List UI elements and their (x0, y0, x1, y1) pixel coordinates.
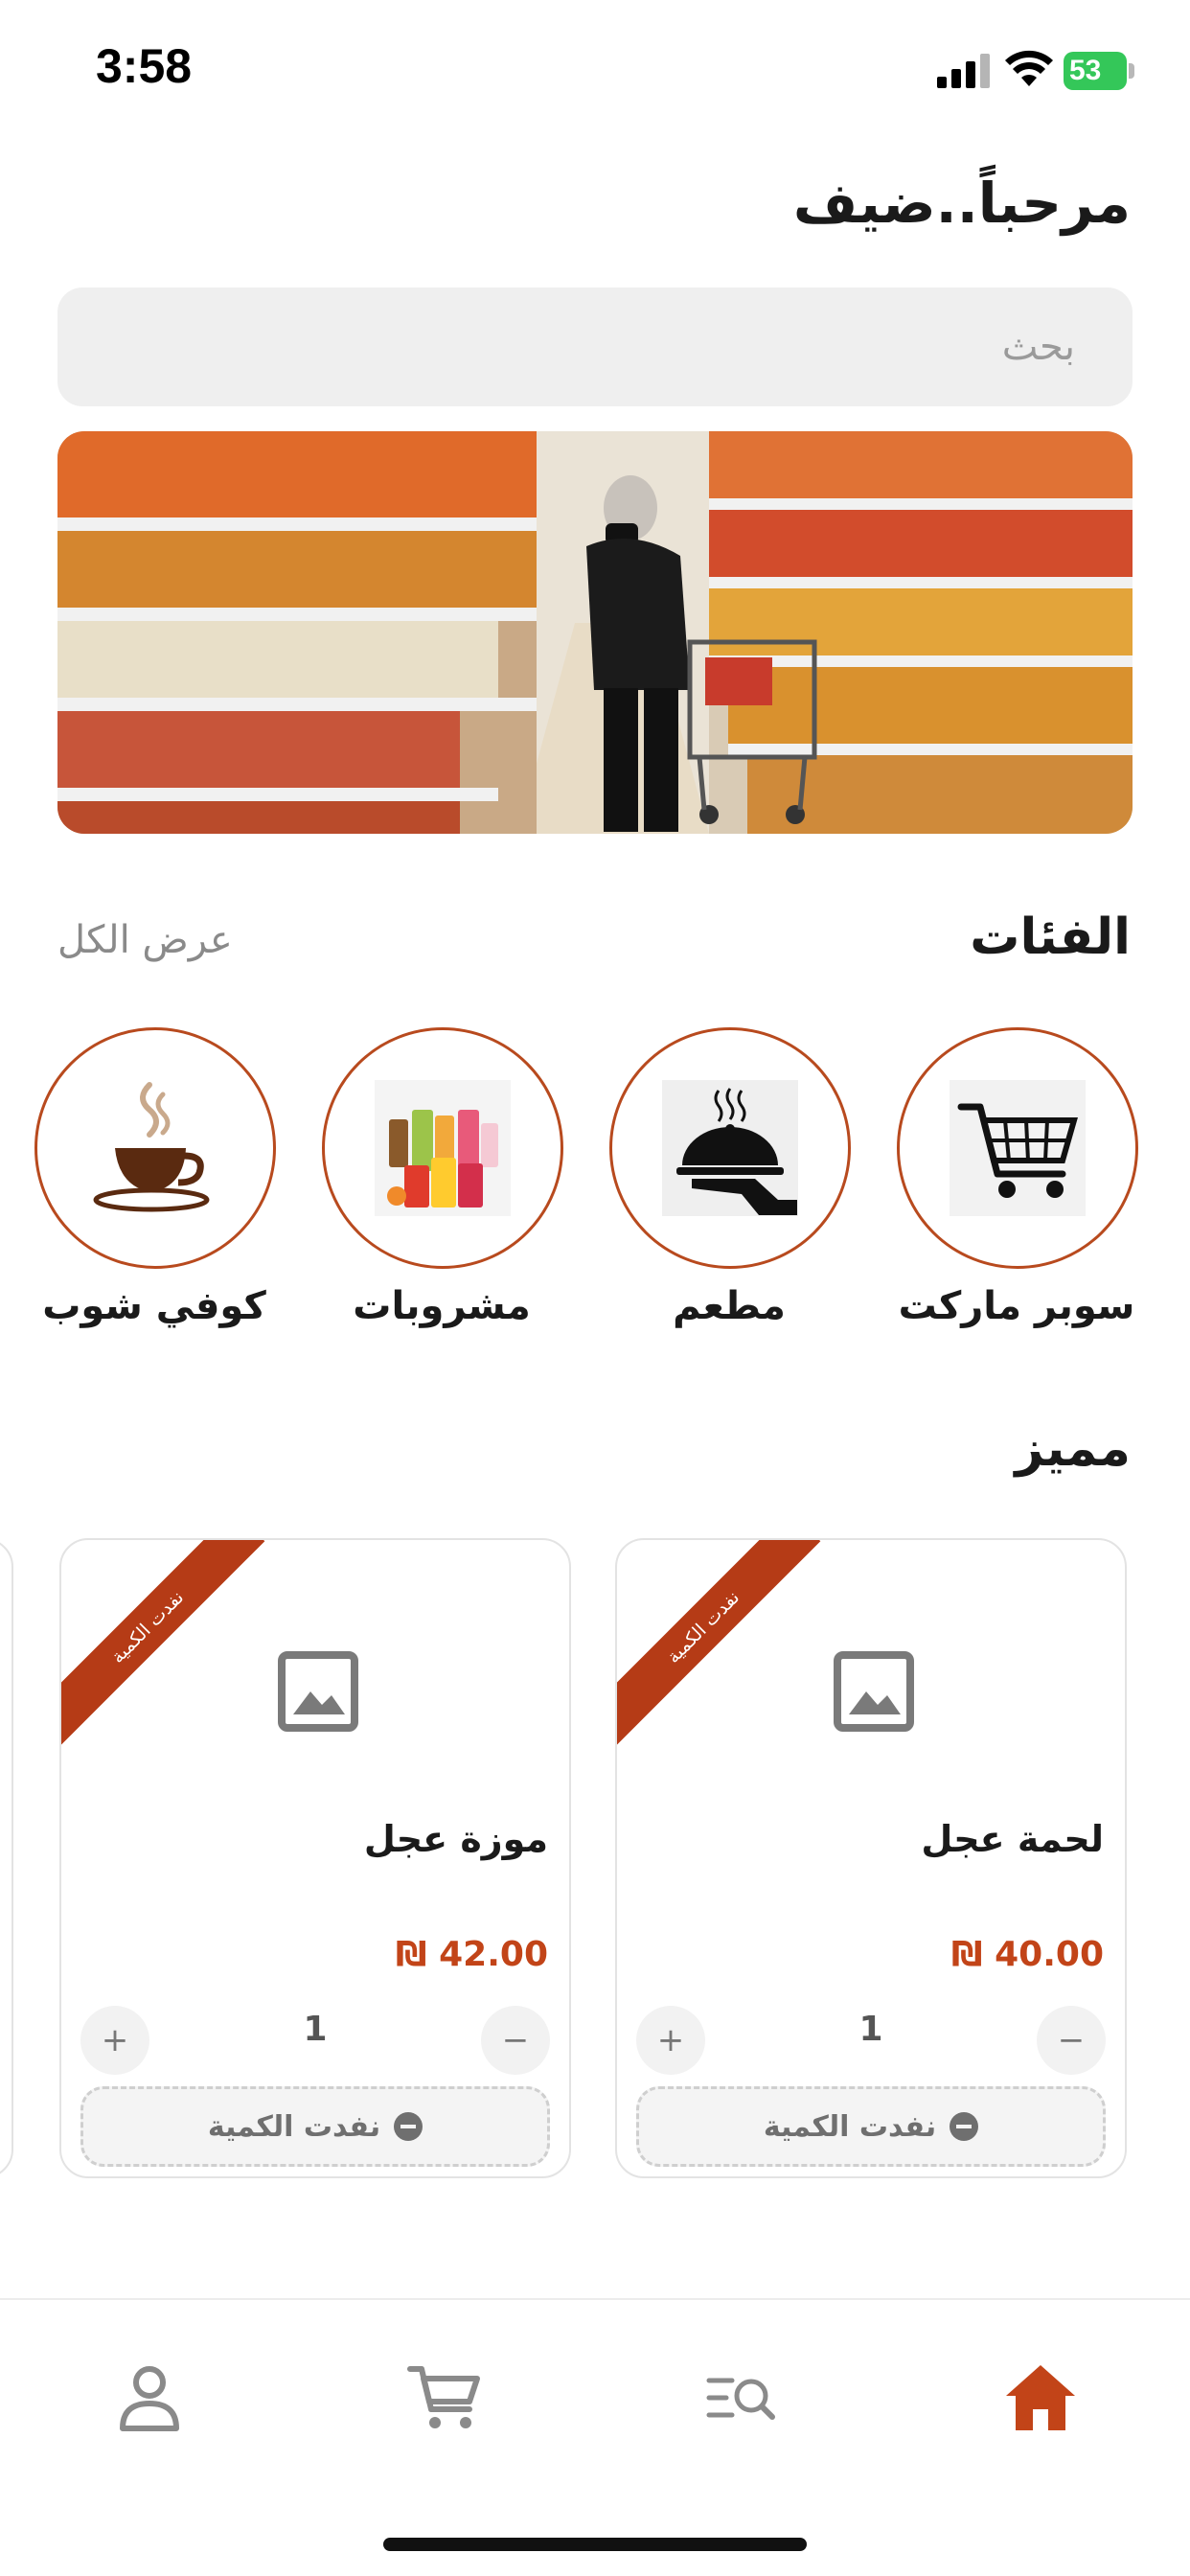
bottom-navigation (0, 2298, 1190, 2576)
product-card[interactable]: نفدت الكمية موزة عجل ₪ 42.00 + 1 − نفدت … (59, 1538, 571, 2178)
category-label: كوفي شوب (42, 1284, 266, 1328)
category-drinks[interactable]: مشروبات (322, 1027, 563, 1344)
category-circle (322, 1027, 563, 1269)
battery-indicator: 53 (1064, 52, 1127, 90)
category-restaurant[interactable]: مطعم (609, 1027, 851, 1344)
cellular-signal-icon (937, 54, 990, 88)
product-price: ₪ 40.00 (951, 1935, 1104, 1974)
profile-icon[interactable] (111, 2359, 188, 2436)
product-price: ₪ 42.00 (396, 1935, 548, 1974)
category-label: سوبر ماركت (898, 1284, 1135, 1328)
minus-circle-icon (950, 2112, 979, 2141)
promo-banner[interactable] (57, 431, 1133, 834)
serving-cloche-icon (662, 1080, 798, 1216)
product-name: لحمة عجل (921, 1818, 1104, 1860)
supermarket-aisle-image (57, 431, 1133, 834)
coffee-cup-icon (87, 1080, 223, 1216)
minus-circle-icon (394, 2112, 423, 2141)
view-all-link[interactable]: عرض الكل (57, 918, 233, 962)
categories-title: الفئات (970, 908, 1131, 966)
product-card-partial[interactable] (0, 1538, 13, 2178)
decrease-quantity-button[interactable]: − (481, 2006, 550, 2075)
greeting-title: مرحباً..ضيف (792, 171, 1131, 236)
category-circle (34, 1027, 276, 1269)
home-indicator[interactable] (383, 2538, 807, 2551)
category-label: مطعم (673, 1284, 786, 1328)
out-of-stock-label: نفدت الكمية (763, 2109, 937, 2144)
out-of-stock-button[interactable]: نفدت الكمية (636, 2086, 1106, 2167)
out-of-stock-ribbon: نفدت الكمية (61, 1540, 265, 1745)
image-placeholder-icon (278, 1651, 358, 1732)
category-label: مشروبات (353, 1284, 531, 1328)
category-coffee-shop[interactable]: كوفي شوب (34, 1027, 276, 1344)
wifi-icon (1005, 50, 1053, 86)
home-screen: 3:58 53 مرحباً..ضيف بحث الفئات عرض الكل … (0, 0, 1190, 2576)
home-icon[interactable] (1002, 2359, 1079, 2436)
category-circle (609, 1027, 851, 1269)
out-of-stock-button[interactable]: نفدت الكمية (80, 2086, 550, 2167)
image-placeholder-icon (834, 1651, 914, 1732)
out-of-stock-ribbon: نفدت الكمية (617, 1540, 821, 1745)
decrease-quantity-button[interactable]: − (1037, 2006, 1106, 2075)
battery-tip (1129, 63, 1134, 79)
search-input[interactable]: بحث (57, 288, 1133, 406)
status-bar: 3:58 53 (0, 0, 1190, 144)
product-name: موزة عجل (363, 1818, 548, 1860)
quantity-stepper: + 1 − (80, 2006, 550, 2082)
increase-quantity-button[interactable]: + (636, 2006, 705, 2075)
shopping-cart-icon (950, 1080, 1086, 1216)
featured-title: مميز (1015, 1420, 1131, 1478)
category-supermarket[interactable]: سوبر ماركت (897, 1027, 1138, 1344)
increase-quantity-button[interactable]: + (80, 2006, 149, 2075)
quantity-value: 1 (858, 2010, 883, 2049)
status-time: 3:58 (96, 39, 193, 93)
product-card[interactable]: نفدت الكمية لحمة عجل ₪ 40.00 + 1 − نفدت … (615, 1538, 1127, 2178)
out-of-stock-label: نفدت الكمية (207, 2109, 381, 2144)
category-circle (897, 1027, 1138, 1269)
quantity-value: 1 (303, 2010, 328, 2049)
quantity-stepper: + 1 − (636, 2006, 1106, 2082)
cart-icon[interactable] (406, 2359, 483, 2436)
drinks-icon (375, 1080, 511, 1216)
search-list-icon[interactable] (703, 2359, 780, 2436)
